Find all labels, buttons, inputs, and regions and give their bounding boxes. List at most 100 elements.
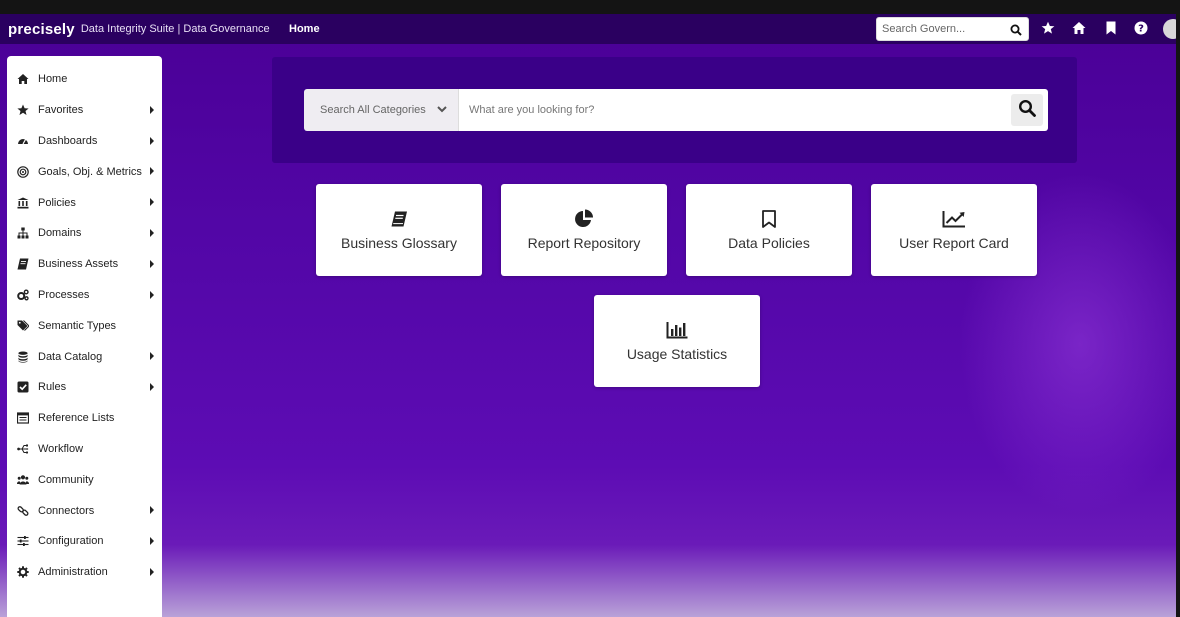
card-user-report-card[interactable]: User Report Card — [871, 184, 1037, 276]
chevron-down-icon — [436, 103, 448, 118]
sidebar-item-domains[interactable]: Domains — [7, 218, 162, 249]
chevron-right-icon — [150, 259, 154, 268]
app-root: precisely Data Integrity Suite | Data Go… — [0, 14, 1176, 617]
category-select-value: Search All Categories — [320, 104, 426, 116]
chevron-right-icon — [150, 567, 154, 576]
search-button[interactable] — [1011, 94, 1043, 126]
dashboard-icon — [17, 135, 29, 147]
sidebar-item-label: Domains — [38, 227, 82, 240]
sidebar-item-reference-lists[interactable]: Reference Lists — [7, 403, 162, 434]
chevron-right-icon — [150, 228, 154, 237]
chevron-right-icon — [150, 352, 154, 361]
sidebar-item-label: Processes — [38, 288, 90, 301]
chevron-right-icon — [150, 290, 154, 299]
bookmark-icon[interactable] — [1104, 21, 1118, 35]
sidebar-item-label: Home — [38, 73, 68, 86]
sidebar-item-workflow[interactable]: Workflow — [7, 434, 162, 465]
sidebar-item-label: Semantic Types — [38, 319, 117, 332]
sidebar-item-label: Workflow — [38, 442, 84, 455]
sidebar-item-semantic-types[interactable]: Semantic Types — [7, 310, 162, 341]
category-select[interactable]: Search All Categories — [304, 89, 458, 131]
main-search — [458, 89, 1048, 131]
sidebar-item-label: Favorites — [38, 104, 84, 117]
card-usage-statistics[interactable]: Usage Statistics — [594, 295, 760, 387]
search-icon[interactable] — [1010, 23, 1022, 41]
building-columns-icon — [17, 197, 29, 209]
sidebar-item-label: Policies — [38, 196, 76, 209]
sidebar-item-label: Connectors — [38, 504, 95, 517]
card-label: Data Policies — [728, 235, 810, 251]
sidebar-item-community[interactable]: Community — [7, 464, 162, 495]
chevron-right-icon — [150, 536, 154, 545]
sidebar-item-label: Rules — [38, 381, 67, 394]
home-icon[interactable] — [1072, 21, 1086, 35]
book-icon — [390, 209, 408, 229]
sidebar-item-label: Reference Lists — [38, 412, 115, 425]
pie-chart-icon — [574, 209, 594, 229]
main-search-input[interactable] — [469, 99, 989, 121]
card-label: Usage Statistics — [626, 346, 728, 362]
cogs-icon — [17, 289, 29, 301]
search-panel: Search All Categories — [272, 57, 1077, 163]
sidebar-item-connectors[interactable]: Connectors — [7, 495, 162, 526]
gear-icon — [17, 566, 29, 578]
users-icon — [17, 474, 29, 486]
sidebar-item-goals[interactable]: Goals, Obj. & Metrics — [7, 156, 162, 187]
card-data-policies[interactable]: Data Policies — [686, 184, 852, 276]
sidebar-item-label: Goals, Obj. & Metrics — [38, 165, 142, 178]
svg-text:?: ? — [1138, 24, 1144, 35]
sidebar-item-label: Configuration — [38, 535, 104, 548]
bookmark-icon — [761, 209, 777, 229]
target-icon — [17, 165, 29, 178]
sidebar-item-label: Data Catalog — [38, 350, 103, 363]
list-table-icon — [17, 412, 29, 424]
card-report-repository[interactable]: Report Repository — [501, 184, 667, 276]
card-label: Report Repository — [527, 235, 641, 251]
avatar[interactable] — [1163, 19, 1176, 39]
sidebar-item-label: Administration — [38, 566, 108, 579]
chevron-right-icon — [150, 136, 154, 145]
global-search-input[interactable] — [882, 19, 1010, 39]
chevron-right-icon — [150, 167, 154, 176]
sidebar-item-processes[interactable]: Processes — [7, 280, 162, 311]
sidebar-item-favorites[interactable]: Favorites — [7, 95, 162, 126]
breadcrumb-home[interactable]: Home — [289, 23, 320, 35]
sidebar-item-data-catalog[interactable]: Data Catalog — [7, 341, 162, 372]
sidebar-item-label: Business Assets — [38, 258, 119, 271]
bar-chart-icon — [666, 320, 688, 340]
link-icon — [17, 505, 29, 517]
sidebar-item-business-assets[interactable]: Business Assets — [7, 249, 162, 280]
top-bar: precisely Data Integrity Suite | Data Go… — [0, 14, 1176, 44]
sidebar-nav: Home Favorites Dashboards Goals, Obj. & … — [7, 56, 162, 617]
check-square-icon — [17, 381, 29, 393]
chevron-right-icon — [150, 506, 154, 515]
global-search — [876, 17, 1029, 41]
sidebar-item-label: Community — [38, 473, 94, 486]
card-label: Business Glossary — [341, 235, 457, 251]
chevron-right-icon — [150, 105, 154, 114]
card-label: User Report Card — [899, 235, 1009, 251]
sidebar-item-administration[interactable]: Administration — [7, 557, 162, 588]
workflow-icon — [17, 443, 29, 455]
tags-icon — [17, 319, 29, 332]
favorites-star-icon[interactable] — [1041, 21, 1055, 35]
help-icon[interactable]: ? — [1134, 21, 1148, 35]
sidebar-item-home[interactable]: Home — [7, 64, 162, 95]
sidebar-item-label: Dashboards — [38, 134, 98, 147]
chevron-right-icon — [150, 198, 154, 207]
sitemap-icon — [17, 227, 29, 239]
sidebar-item-rules[interactable]: Rules — [7, 372, 162, 403]
brand-logo[interactable]: precisely — [8, 21, 75, 38]
sidebar-item-dashboards[interactable]: Dashboards — [7, 126, 162, 157]
home-icon — [17, 73, 29, 85]
card-business-glossary[interactable]: Business Glossary — [316, 184, 482, 276]
sidebar-item-configuration[interactable]: Configuration — [7, 526, 162, 557]
database-icon — [17, 351, 29, 363]
chevron-right-icon — [150, 382, 154, 391]
sidebar-item-policies[interactable]: Policies — [7, 187, 162, 218]
star-icon — [17, 104, 29, 116]
search-icon — [1018, 99, 1036, 122]
suite-title: Data Integrity Suite | Data Governance — [80, 23, 270, 35]
book-icon — [17, 258, 29, 270]
line-chart-icon — [942, 209, 966, 229]
